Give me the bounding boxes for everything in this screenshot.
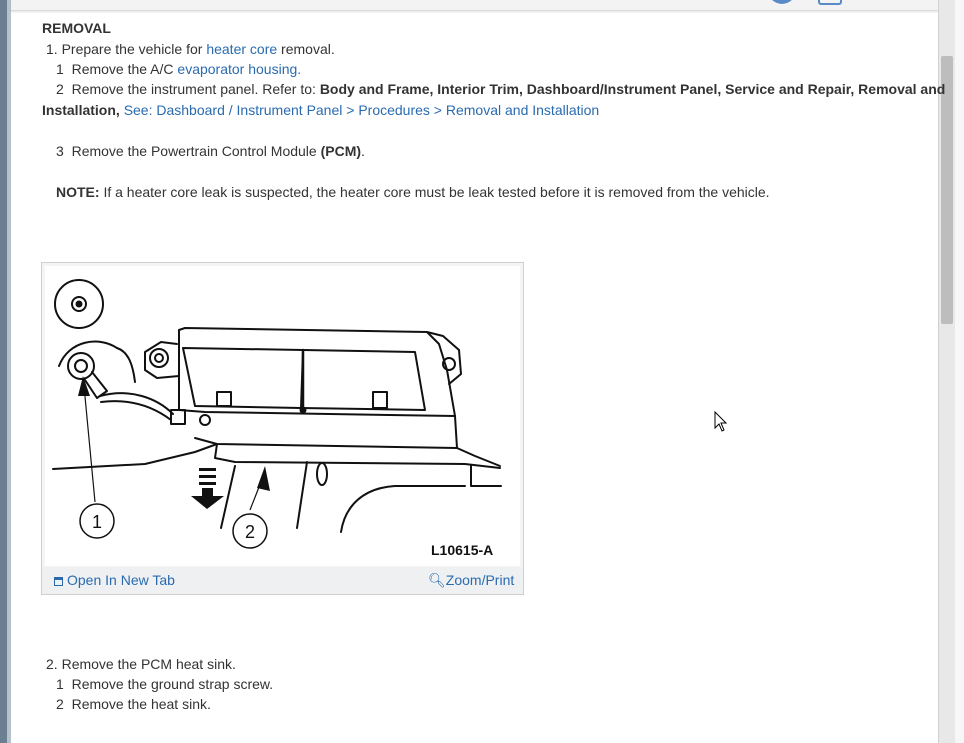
- step-1: 1. Prepare the vehicle for heater core r…: [46, 41, 335, 57]
- figure-code: L10615-A: [431, 542, 493, 558]
- profile-icon[interactable]: [768, 0, 796, 4]
- dashboard-procedure-link[interactable]: See: Dashboard / Instrument Panel > Proc…: [124, 102, 600, 118]
- top-toolbar: [11, 0, 938, 11]
- open-in-new-tab-link[interactable]: Open In New Tab: [54, 571, 175, 589]
- chat-icon[interactable]: [818, 0, 842, 5]
- illustration-figure: 1 2 L10615-A Open In New Tab 🔍︎Zoom/Prin…: [41, 262, 524, 595]
- note-label: NOTE:: [56, 184, 100, 200]
- zoom-print-link[interactable]: 🔍︎Zoom/Print: [428, 571, 514, 589]
- step-2-substep-1: 1 Remove the ground strap screw.: [56, 676, 274, 692]
- substep-3: 3 Remove the Powertrain Control Module (…: [56, 143, 365, 159]
- new-tab-icon: [54, 577, 63, 586]
- substep-2: 2 Remove the instrument panel. Refer to:…: [56, 81, 946, 97]
- pcm-diagram[interactable]: 1 2 L10615-A: [45, 266, 520, 566]
- note-text: If a heater core leak is suspected, the …: [103, 184, 770, 200]
- callout-1: 1: [92, 512, 102, 532]
- window-left-edge: [0, 0, 11, 743]
- heater-core-link[interactable]: heater core: [206, 41, 277, 57]
- callout-2: 2: [245, 522, 255, 542]
- refer-path-bold: Body and Frame, Interior Trim, Dashboard…: [319, 81, 946, 97]
- pcm-diagram-drawing: 1 2 L10615-A: [52, 279, 502, 558]
- step-2: 2. Remove the PCM heat sink.: [46, 656, 236, 672]
- note: NOTE: If a heater core leak is suspected…: [56, 183, 770, 201]
- magnifier-icon: 🔍︎: [428, 572, 446, 588]
- substep-1: 1 Remove the A/C evaporator housing.: [56, 61, 302, 77]
- window-right-edge: [955, 0, 964, 743]
- mouse-cursor-icon: [714, 411, 728, 432]
- evaporator-housing-link[interactable]: evaporator housing.: [177, 61, 301, 77]
- section-title: REMOVAL: [42, 20, 111, 36]
- substep-2-cont: Installation, See: Dashboard / Instrumen…: [42, 102, 600, 118]
- step-2-substep-2: 2 Remove the heat sink.: [56, 696, 211, 712]
